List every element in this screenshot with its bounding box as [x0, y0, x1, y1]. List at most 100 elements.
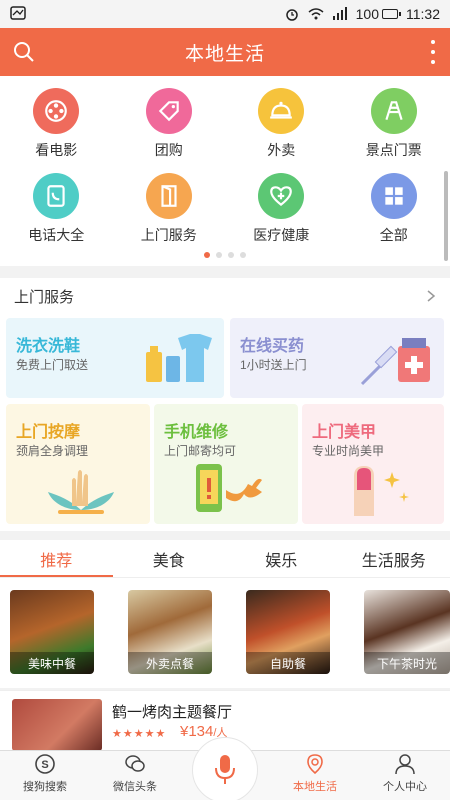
section-title: 上门服务 [14, 288, 75, 306]
nav-label: 搜狗搜索 [23, 781, 67, 793]
tower-icon [370, 88, 417, 134]
category-label: 景点门票 [365, 142, 422, 158]
scrollbar[interactable] [444, 171, 448, 261]
service-card-medicine[interactable]: 在线买药 1小时送上门 [230, 318, 444, 398]
category-label: 医疗健康 [253, 227, 310, 243]
category-label: 全部 [379, 227, 408, 243]
tab-item[interactable]: 美食 [113, 540, 226, 577]
page-indicator [0, 252, 450, 258]
tab-item[interactable]: 娱乐 [225, 540, 338, 577]
restaurant-name: 鹤一烤肉主题餐厅 [112, 704, 233, 721]
tag-icon [145, 88, 192, 134]
tile-label: 下午茶时光 [364, 652, 450, 674]
category-item[interactable]: 上门服务 [113, 173, 226, 253]
status-bar: 100 11:32 [0, 0, 450, 28]
shirt-bottle-icon [146, 334, 212, 382]
category-item[interactable]: 外卖 [225, 88, 338, 173]
tab-item[interactable]: 推荐 [0, 540, 113, 577]
category-item[interactable]: 看电影 [0, 88, 113, 173]
price-value: ¥134 [180, 723, 214, 740]
category-label: 团购 [154, 142, 183, 158]
battery-icon [382, 9, 401, 19]
battery-level: 100 [355, 6, 379, 22]
card-subtitle: 免费上门取送 [16, 358, 89, 372]
syringe-medicine-icon [360, 338, 430, 386]
wifi-icon [308, 8, 324, 20]
card-subtitle: 上门邮寄均可 [164, 444, 237, 458]
search-icon[interactable] [12, 40, 36, 64]
sogou-search-icon: S [35, 754, 55, 774]
notification-icon [10, 6, 26, 20]
food-tile-afternoon-tea[interactable]: 下午茶时光 [364, 590, 450, 674]
service-card-massage[interactable]: 上门按摩 颈肩全身调理 [6, 404, 150, 524]
service-section: 上门服务 洗衣洗鞋 免费上门取送 在线买药 1小时送上门 上门按摩 颈肩全身调理… [0, 278, 450, 531]
card-subtitle: 颈肩全身调理 [16, 444, 89, 458]
wechat-news-icon [125, 755, 145, 772]
nav-label: 本地生活 [293, 781, 337, 793]
food-tile-takeout[interactable]: 外卖点餐 [128, 590, 212, 674]
category-item[interactable]: 电话大全 [0, 173, 113, 253]
cloche-icon [258, 88, 305, 134]
tile-label: 自助餐 [246, 652, 330, 674]
voice-button[interactable] [192, 737, 258, 800]
nav-label: 个人中心 [383, 781, 427, 793]
svg-text:S: S [41, 759, 48, 771]
app-header: 本地生活 [0, 28, 450, 76]
nail-polish-icon [354, 466, 409, 516]
restaurant-thumbnail [12, 699, 102, 751]
nav-sogou-search[interactable]: S 搜狗搜索 [0, 751, 90, 800]
heart-plus-icon [258, 173, 305, 219]
nav-wechat-news[interactable]: 微信头条 [90, 751, 180, 800]
card-title: 上门美甲 [312, 424, 377, 441]
category-label: 上门服务 [140, 227, 197, 243]
nav-voice[interactable] [180, 737, 270, 800]
page-title: 本地生活 [184, 43, 265, 65]
grid-icon [370, 173, 417, 219]
category-label: 外卖 [267, 142, 296, 158]
card-subtitle: 专业时尚美甲 [312, 444, 385, 458]
nav-local-life[interactable]: 本地生活 [270, 751, 360, 800]
card-title: 上门按摩 [16, 424, 81, 441]
tab-item[interactable]: 生活服务 [338, 540, 450, 577]
nav-profile[interactable]: 个人中心 [360, 751, 450, 800]
tile-label: 外卖点餐 [128, 652, 212, 674]
battery-indicator: 100 [355, 6, 401, 22]
food-tile-chinese[interactable]: 美味中餐 [10, 590, 94, 674]
category-item[interactable]: 医疗健康 [225, 173, 338, 253]
lotus-hand-icon [48, 470, 114, 514]
phone-wrench-icon [196, 464, 262, 512]
category-item[interactable]: 景点门票 [338, 88, 450, 173]
rating-stars: ★★★★★ [112, 728, 167, 740]
food-tile-buffet[interactable]: 自助餐 [246, 590, 330, 674]
service-card-laundry[interactable]: 洗衣洗鞋 免费上门取送 [6, 318, 224, 398]
service-section-header[interactable]: 上门服务 [0, 278, 450, 314]
alarm-icon [285, 9, 298, 21]
food-tiles: 美味中餐 外卖点餐 自助餐 下午茶时光 [0, 578, 450, 688]
signal-icon [332, 7, 347, 20]
more-vertical-icon[interactable] [430, 40, 436, 64]
clock: 11:32 [406, 6, 440, 22]
location-pin-icon [307, 754, 323, 775]
service-card-phone-repair[interactable]: 手机维修 上门邮寄均可 [154, 404, 298, 524]
category-item[interactable]: 全部 [338, 173, 450, 253]
film-reel-icon [33, 88, 80, 134]
tile-label: 美味中餐 [10, 652, 94, 674]
category-grid: 看电影 团购 外卖 景点门票电话大全 上门服务 医疗健康 全部 [0, 76, 450, 253]
card-subtitle: 1小时送上门 [240, 358, 307, 372]
bottom-nav: S 搜狗搜索 微信头条 本地生活 个人中心 [0, 737, 450, 800]
card-title: 在线买药 [240, 338, 305, 355]
card-title: 手机维修 [164, 424, 229, 441]
chevron-right-icon[interactable] [426, 290, 436, 302]
category-label: 电话大全 [28, 227, 85, 243]
category-item[interactable]: 团购 [113, 88, 226, 173]
door-icon [145, 173, 192, 219]
phonebook-icon [33, 173, 80, 219]
service-card-manicure[interactable]: 上门美甲 专业时尚美甲 [302, 404, 444, 524]
category-label: 看电影 [35, 142, 78, 158]
person-icon [395, 754, 415, 775]
card-title: 洗衣洗鞋 [16, 338, 81, 355]
microphone-icon [215, 755, 235, 784]
category-tabs: 推荐 美食 娱乐 生活服务 [0, 540, 450, 578]
nav-label: 微信头条 [113, 781, 157, 793]
category-grid-panel: 看电影 团购 外卖 景点门票电话大全 上门服务 医疗健康 全部 [0, 76, 450, 266]
